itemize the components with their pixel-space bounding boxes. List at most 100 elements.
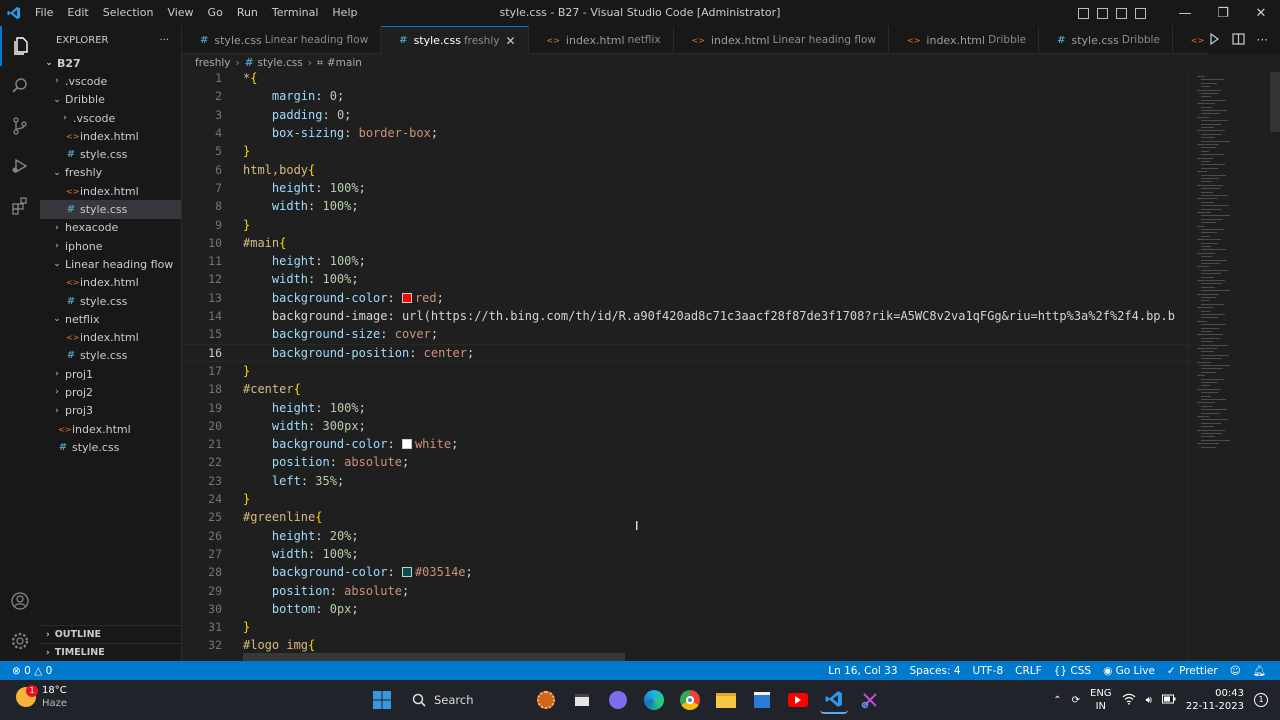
file-item[interactable]: # style.css [40, 347, 181, 365]
windows-start-icon[interactable] [368, 686, 396, 714]
go-live-button[interactable]: ◉ Go Live [1103, 665, 1155, 677]
explorer-icon[interactable] [0, 26, 40, 66]
vertical-scrollbar[interactable] [1270, 72, 1280, 132]
code-line[interactable]: 30 bottom: 0px; [182, 600, 1190, 618]
taskbar-search[interactable]: Search [404, 686, 524, 714]
cursor-position[interactable]: Ln 16, Col 33 [828, 665, 897, 677]
code-line[interactable]: 19 height: 100%; [182, 398, 1190, 416]
code-line[interactable]: 25 #greenline{ [182, 508, 1190, 526]
widgets-icon[interactable] [532, 686, 560, 714]
code-line[interactable]: 12 width: 100%; [182, 270, 1190, 288]
extensions-icon[interactable] [0, 186, 40, 226]
code-line[interactable]: 9} [182, 215, 1190, 233]
color-swatch[interactable] [401, 292, 412, 303]
code-line[interactable]: 27 width: 100%; [182, 545, 1190, 563]
code-line[interactable]: 28 background-color: #03514e; [182, 563, 1190, 581]
maximize-button[interactable]: ❐ [1204, 0, 1242, 26]
toggle-panel-icon[interactable] [1097, 7, 1108, 19]
folder-item[interactable]: › .vscode [40, 109, 181, 127]
sync-icon[interactable]: ⟳ [1072, 695, 1080, 706]
file-item[interactable]: <> index.html [40, 328, 181, 346]
folder-item[interactable]: › .vscode [40, 72, 181, 90]
code-line[interactable]: 3 padding: 0; [182, 106, 1190, 124]
chevron-up-icon[interactable]: ⌃ [1053, 695, 1061, 706]
code-line[interactable]: 29 position: absolute; [182, 581, 1190, 599]
code-line[interactable]: 22 position: absolute; [182, 453, 1190, 471]
folder-item[interactable]: › proj2 [40, 383, 181, 401]
run-debug-icon[interactable] [0, 146, 40, 186]
code-line[interactable]: 16 background-position: center; [182, 343, 1190, 362]
minimize-button[interactable]: — [1166, 0, 1204, 26]
breadcrumb-symbol[interactable]: #main [327, 57, 362, 69]
editor-tab[interactable]: # style.css Dribble [1039, 26, 1173, 54]
snipping-tool-icon[interactable] [856, 686, 884, 714]
editor-tab[interactable]: # style.css freshly ✕ [381, 26, 529, 54]
file-item[interactable]: # style.css [40, 292, 181, 310]
search-icon[interactable] [0, 66, 40, 106]
menu-view[interactable]: View [160, 0, 200, 26]
prettier-button[interactable]: ✓ Prettier [1167, 665, 1218, 677]
toggle-primary-sidebar-icon[interactable] [1078, 7, 1089, 19]
menu-selection[interactable]: Selection [96, 0, 161, 26]
code-line[interactable]: 18 #center{ [182, 380, 1190, 398]
file-item[interactable]: # style.css [40, 145, 181, 163]
weather-widget[interactable]: 1 18°C Haze [16, 684, 67, 710]
code-line[interactable]: 32 #logo img{ [182, 636, 1190, 654]
code-line[interactable]: 26 height: 20%; [182, 527, 1190, 545]
split-editor-icon[interactable] [1231, 32, 1245, 48]
battery-icon[interactable] [1161, 694, 1176, 707]
close-tab-icon[interactable]: ✕ [505, 34, 515, 48]
chat-icon[interactable] [604, 686, 632, 714]
code-line[interactable]: 2 margin: 0; [182, 87, 1190, 105]
system-clock[interactable]: 00:43 22-11-2023 [1186, 687, 1244, 713]
microsoft-store-icon[interactable] [748, 686, 776, 714]
menu-file[interactable]: File [28, 0, 60, 26]
folder-item[interactable]: ⌄ netflix [40, 310, 181, 328]
file-item[interactable]: # style.css [40, 438, 181, 456]
line-ending[interactable]: CRLF [1015, 665, 1042, 677]
settings-gear-icon[interactable] [0, 621, 40, 661]
code-line[interactable]: 20 width: 300px; [182, 417, 1190, 435]
vscode-taskbar-icon[interactable] [820, 686, 848, 714]
edge-browser-icon[interactable] [640, 686, 668, 714]
chrome-browser-icon[interactable] [676, 686, 704, 714]
code-line[interactable]: 24} [182, 490, 1190, 508]
wifi-icon[interactable] [1122, 693, 1136, 708]
editor-tab[interactable]: <> index.html netflix [529, 26, 674, 54]
folder-item[interactable]: › iphone [40, 237, 181, 255]
folder-item[interactable]: ⌄ Linear heading flow [40, 255, 181, 273]
minimap[interactable] [1188, 72, 1268, 661]
menu-edit[interactable]: Edit [60, 0, 95, 26]
editor-tab[interactable]: <> index.html Dribble [889, 26, 1040, 54]
source-control-icon[interactable] [0, 106, 40, 146]
customize-layout-icon[interactable] [1135, 7, 1146, 19]
code-line[interactable]: 15 background-size: cover; [182, 325, 1190, 343]
folder-item[interactable]: › hexacode [40, 219, 181, 237]
editor-tab[interactable]: # style.css Linear heading flow [182, 26, 382, 54]
color-swatch[interactable] [401, 439, 412, 450]
file-item[interactable]: <> index.html [40, 420, 181, 438]
code-line[interactable]: 4 box-sizing: border-box; [182, 124, 1190, 142]
file-item[interactable]: # style.css [40, 200, 181, 219]
feedback-icon[interactable]: ☺ [1230, 665, 1241, 677]
code-line[interactable]: 5} [182, 142, 1190, 160]
code-line[interactable]: 17} [182, 362, 1190, 380]
close-window-button[interactable]: ✕ [1242, 0, 1280, 26]
editor-tab[interactable]: <> index.html Linear heading flow [674, 26, 890, 54]
more-actions-icon[interactable]: ··· [1257, 33, 1268, 47]
breadcrumb-file[interactable]: style.css [258, 57, 303, 69]
workspace-root[interactable]: ⌄ B27 [40, 54, 181, 72]
outline-section[interactable]: › OUTLINE [40, 625, 181, 643]
folder-item[interactable]: ⌄ Dribble [40, 91, 181, 109]
code-line[interactable]: 7 height: 100%; [182, 179, 1190, 197]
file-item[interactable]: <> index.html [40, 274, 181, 292]
folder-item[interactable]: › proj1 [40, 365, 181, 383]
menu-go[interactable]: Go [201, 0, 230, 26]
menu-run[interactable]: Run [230, 0, 265, 26]
horizontal-scrollbar[interactable] [243, 653, 625, 661]
explorer-more-icon[interactable]: ··· [159, 35, 169, 46]
code-line[interactable]: 8 width: 100%; [182, 197, 1190, 215]
file-explorer-icon[interactable] [712, 686, 740, 714]
volume-icon[interactable]: 🔊︎ [1146, 695, 1152, 706]
encoding[interactable]: UTF-8 [973, 665, 1004, 677]
